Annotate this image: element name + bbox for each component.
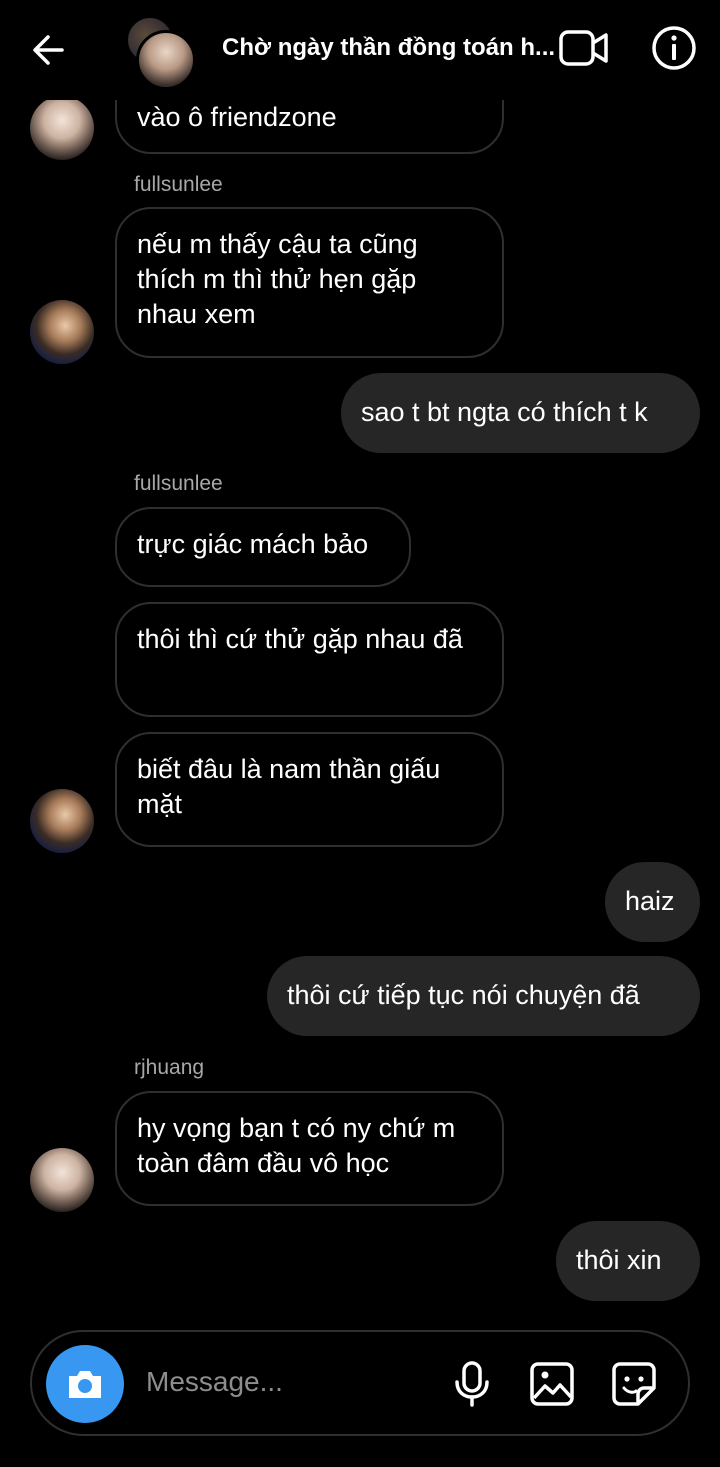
message-incoming[interactable]: biết đâu là nam thần giấu mặt bbox=[115, 732, 504, 847]
message-text: thôi xin bbox=[576, 1245, 662, 1275]
group-avatar-front bbox=[136, 30, 196, 90]
message-outgoing[interactable]: thôi xin bbox=[556, 1221, 700, 1301]
message-text: biết đâu là nam thần giấu mặt bbox=[137, 754, 441, 819]
video-call-icon[interactable] bbox=[558, 26, 610, 70]
info-icon[interactable] bbox=[650, 24, 698, 72]
avatar-fullsunlee[interactable] bbox=[30, 300, 94, 364]
message-text: vào ô friendzone bbox=[137, 102, 337, 132]
sender-name: fullsunlee bbox=[134, 472, 223, 495]
message-text: haiz bbox=[625, 886, 675, 916]
message-text: sao t bt ngta có thích t k bbox=[361, 397, 648, 427]
message-incoming[interactable]: trực giác mách bảo bbox=[115, 507, 411, 587]
gallery-icon[interactable] bbox=[528, 1360, 576, 1408]
chat-title[interactable]: Chờ ngày thần đồng toán h... bbox=[222, 34, 558, 62]
group-avatar[interactable] bbox=[126, 16, 196, 90]
microphone-icon[interactable] bbox=[448, 1360, 496, 1408]
avatar-fullsunlee[interactable] bbox=[30, 789, 94, 853]
avatar-rjhuang[interactable] bbox=[30, 96, 94, 160]
avatar-rjhuang[interactable] bbox=[30, 1148, 94, 1212]
message-text: trực giác mách bảo bbox=[137, 529, 369, 559]
message-input[interactable]: Message... bbox=[146, 1366, 283, 1398]
sender-name: rjhuang bbox=[134, 1056, 205, 1079]
message-outgoing[interactable]: thôi cứ tiếp tục nói chuyện đã bbox=[267, 956, 700, 1036]
message-text: nếu m thấy cậu ta cũng thích m thì thử h… bbox=[137, 229, 418, 329]
message-text: thôi cứ tiếp tục nói chuyện đã bbox=[287, 980, 640, 1010]
camera-button[interactable] bbox=[46, 1345, 124, 1423]
camera-icon bbox=[69, 1371, 101, 1398]
message-text: thôi thì cứ thử gặp nhau đã bbox=[137, 624, 463, 654]
message-outgoing[interactable]: sao t bt ngta có thích t k bbox=[341, 373, 700, 453]
sticker-icon[interactable] bbox=[610, 1360, 658, 1408]
message-text: hy vọng bạn t có ny chứ m toàn đâm đầu v… bbox=[137, 1113, 456, 1178]
message-incoming[interactable]: thôi thì cứ thử gặp nhau đã bbox=[115, 602, 504, 717]
message-composer: Message... bbox=[30, 1330, 690, 1436]
chat-header: Chờ ngày thần đồng toán h... bbox=[0, 0, 720, 100]
message-incoming[interactable]: nếu m thấy cậu ta cũng thích m thì thử h… bbox=[115, 207, 504, 358]
message-outgoing[interactable]: haiz bbox=[605, 862, 700, 942]
sender-name: fullsunlee bbox=[134, 173, 223, 196]
back-arrow-icon[interactable] bbox=[28, 28, 72, 72]
message-incoming[interactable]: hy vọng bạn t có ny chứ m toàn đâm đầu v… bbox=[115, 1091, 504, 1206]
